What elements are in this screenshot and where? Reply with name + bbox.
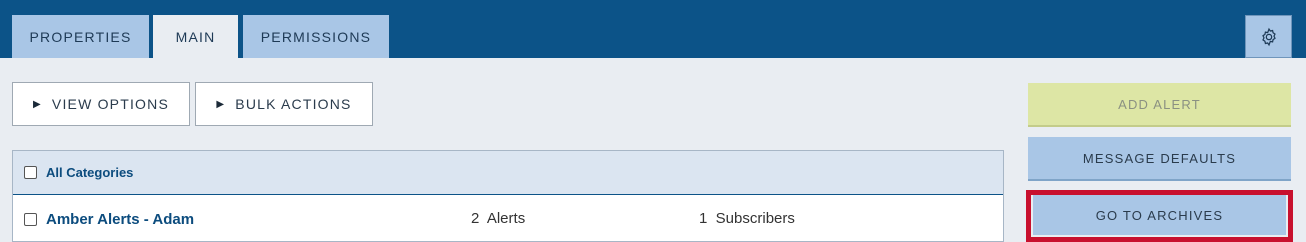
table-row: Amber Alerts - Adam 2 Alerts 1 Subscribe… bbox=[13, 196, 1003, 242]
row-checkbox[interactable] bbox=[24, 212, 37, 226]
go-to-archives-button[interactable]: GO TO ARCHIVES bbox=[1033, 195, 1286, 235]
categories-table: All Categories Amber Alerts - Adam 2 Ale… bbox=[12, 150, 1004, 242]
alerts-count: 2 Alerts bbox=[471, 210, 526, 227]
message-defaults-button[interactable]: MESSAGE DEFAULTS bbox=[1028, 137, 1291, 181]
triangle-right-icon: ▶ bbox=[33, 98, 42, 110]
view-options-label: VIEW OPTIONS bbox=[51, 96, 169, 112]
top-navigation-bar: PROPERTIES MAIN PERMISSIONS bbox=[0, 0, 1306, 58]
triangle-right-icon: ▶ bbox=[216, 98, 226, 110]
category-name-link[interactable]: Amber Alerts - Adam bbox=[46, 211, 194, 228]
subscribers-count: 1 Subscribers bbox=[699, 210, 795, 227]
gear-icon bbox=[1261, 27, 1276, 46]
bulk-actions-label: BULK ACTIONS bbox=[235, 96, 352, 112]
tab-permissions[interactable]: PERMISSIONS bbox=[243, 15, 389, 58]
add-alert-button[interactable]: ADD ALERT bbox=[1028, 83, 1291, 127]
bulk-actions-button[interactable]: ▶ BULK ACTIONS bbox=[195, 82, 373, 126]
all-categories-label: All Categories bbox=[46, 165, 134, 180]
view-options-button[interactable]: ▶ VIEW OPTIONS bbox=[12, 82, 190, 126]
table-header: All Categories bbox=[13, 151, 1003, 195]
settings-button[interactable] bbox=[1245, 15, 1292, 58]
tab-properties[interactable]: PROPERTIES bbox=[12, 15, 149, 58]
tab-main[interactable]: MAIN bbox=[153, 15, 238, 58]
select-all-checkbox[interactable] bbox=[24, 166, 37, 179]
